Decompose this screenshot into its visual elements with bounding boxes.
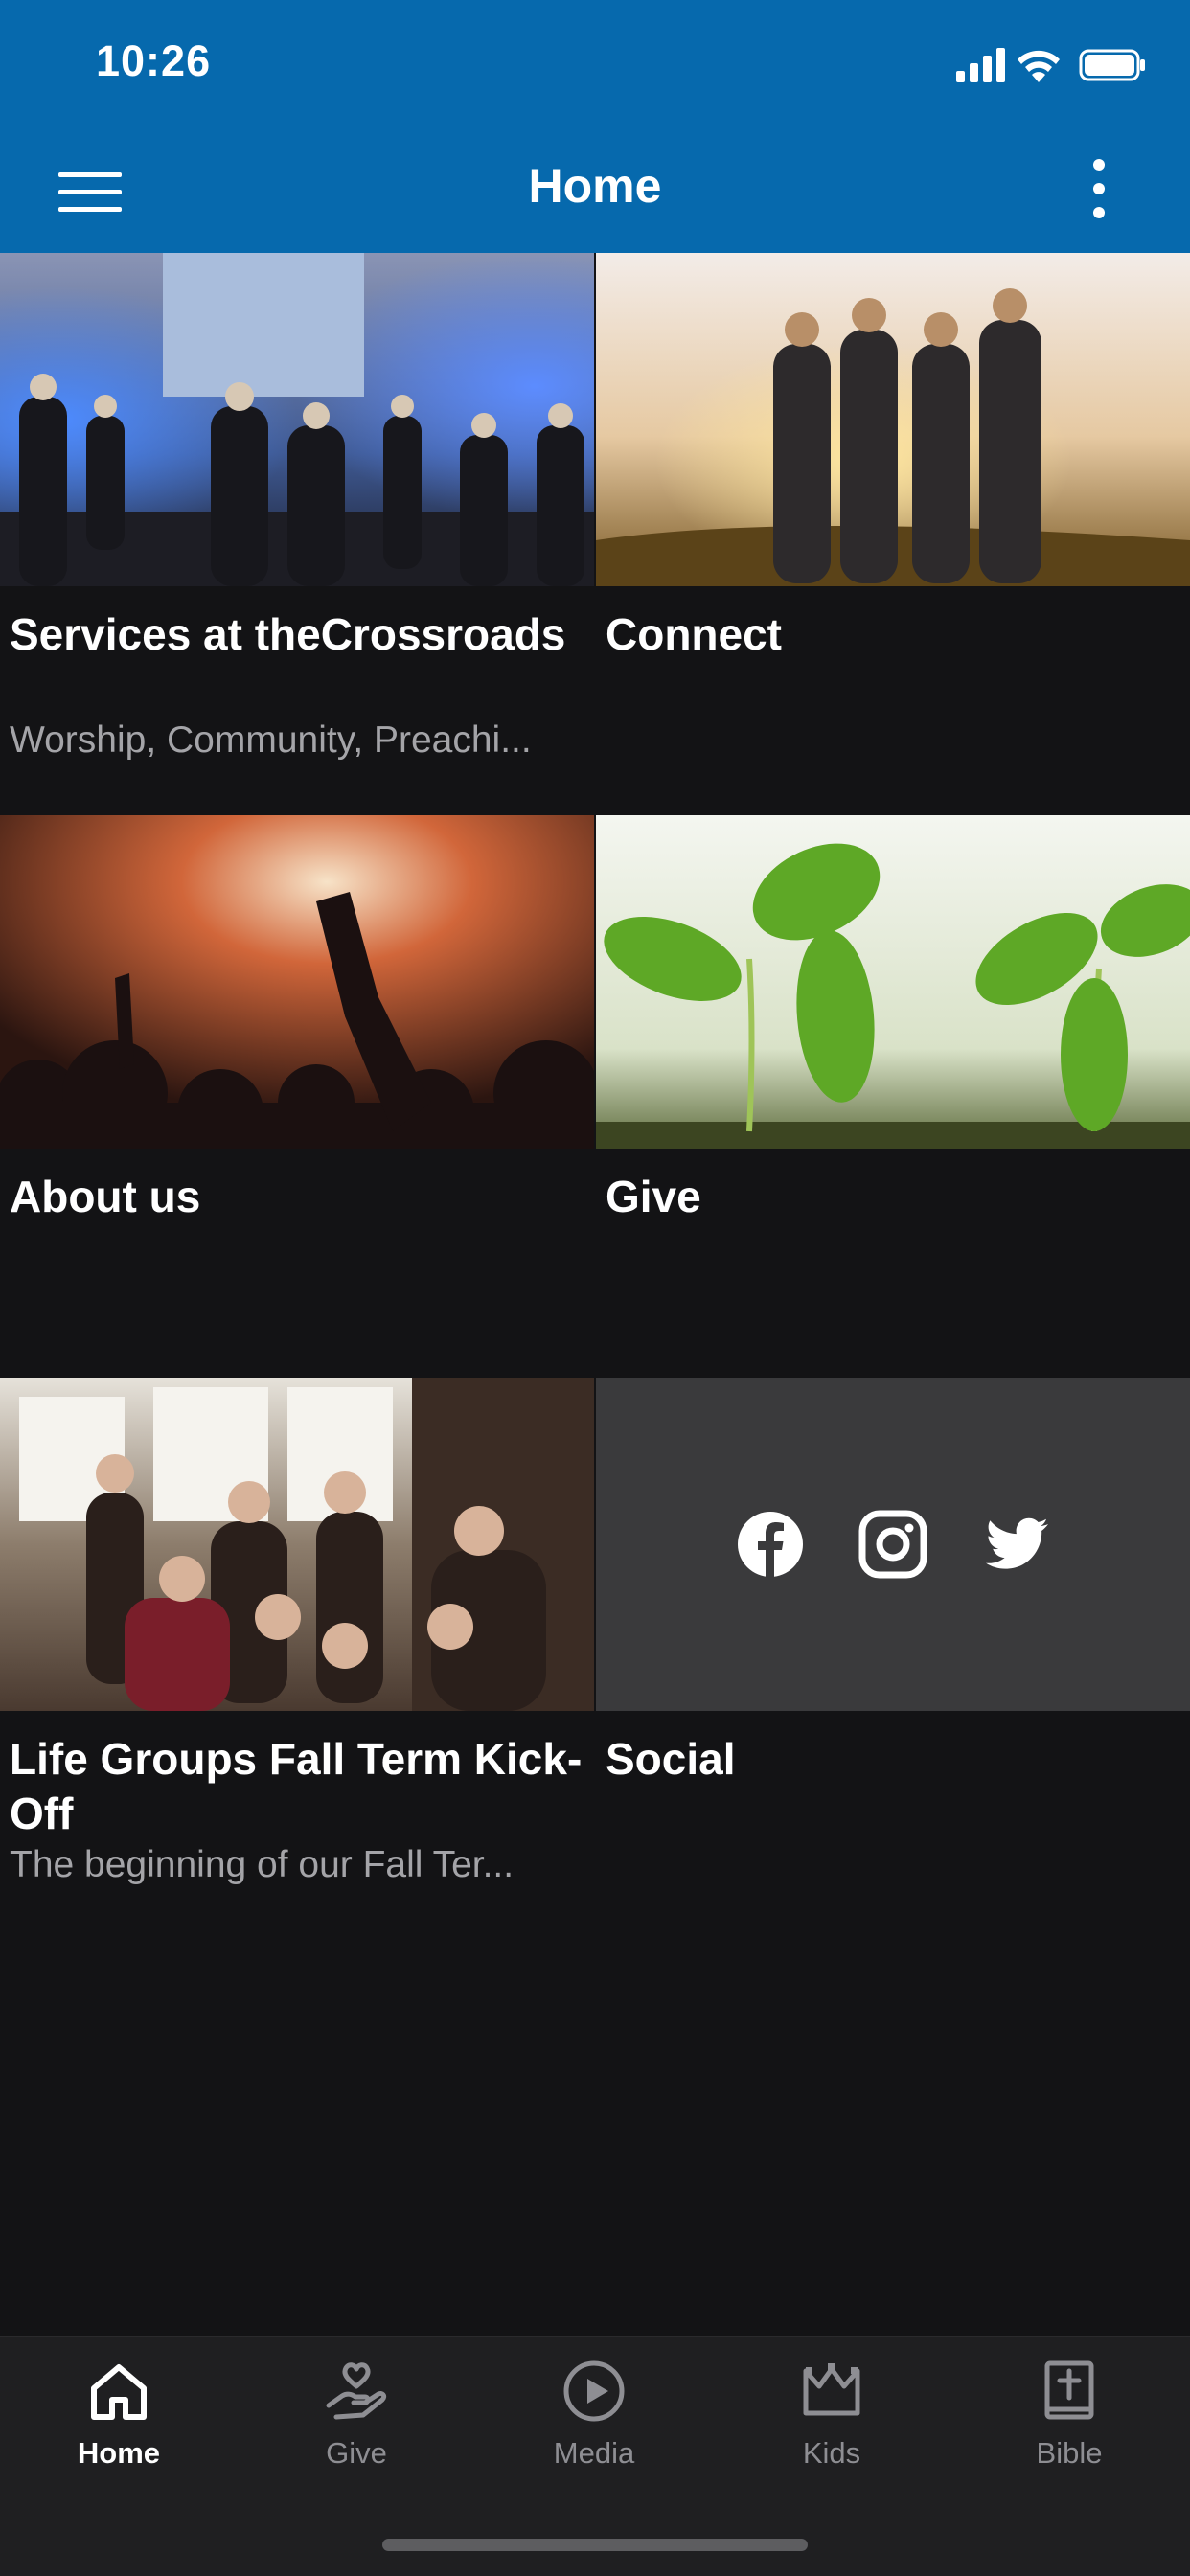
more-options-button[interactable]: [1078, 155, 1120, 222]
tab-bible[interactable]: Bible: [950, 2358, 1188, 2501]
tile-title: Life Groups Fall Term Kick-Off: [10, 1734, 583, 1838]
tab-label: Kids: [802, 2436, 861, 2470]
tile-about-us[interactable]: About us: [0, 815, 594, 1377]
tile-title: Services at theCrossroads: [10, 609, 566, 659]
tile-title: Give: [606, 1172, 701, 1221]
tab-label: Give: [326, 2436, 387, 2470]
tab-label: Media: [553, 2436, 635, 2470]
tile-social[interactable]: Social: [596, 1378, 1190, 1939]
services-worship-image: [0, 253, 594, 586]
tile-title: About us: [10, 1172, 201, 1221]
tile-services[interactable]: Services at theCrossroads Worship, Commu…: [0, 253, 594, 814]
tab-label: Bible: [1036, 2436, 1103, 2470]
life-groups-photo-image: [0, 1378, 594, 1711]
status-time: 10:26: [96, 36, 212, 85]
social-icons-area: [596, 1378, 1190, 1711]
give-seedlings-image: [596, 815, 1190, 1149]
wifi-icon: [1018, 50, 1060, 82]
facebook-icon[interactable]: [736, 1510, 805, 1579]
connect-friends-sunset-image: [596, 253, 1190, 586]
home-indicator: [382, 2539, 808, 2551]
tab-home[interactable]: Home: [0, 2358, 238, 2501]
tile-connect[interactable]: Connect: [596, 253, 1190, 814]
tile-subtitle: Worship, Community, Preachi...: [10, 719, 532, 761]
tile-life-groups[interactable]: Life Groups Fall Term Kick-Off The begin…: [0, 1378, 594, 1939]
give-hand-heart-icon: [326, 2362, 387, 2420]
about-us-concert-image: [0, 815, 594, 1149]
home-icon: [91, 2364, 147, 2420]
cellular-signal-icon: [956, 48, 1005, 82]
page-title: Home: [528, 159, 662, 213]
tab-give[interactable]: Give: [238, 2358, 475, 2501]
tile-subtitle: The beginning of our Fall Ter...: [10, 1844, 515, 1885]
tile-title: Social: [606, 1734, 736, 1784]
tab-kids[interactable]: Kids: [713, 2358, 950, 2501]
more-vertical-icon: [1093, 159, 1105, 218]
play-circle-icon: [563, 2360, 625, 2422]
battery-icon: [1079, 49, 1145, 81]
tab-label: Home: [77, 2436, 161, 2470]
instagram-icon[interactable]: [858, 1510, 927, 1579]
crown-icon: [803, 2363, 860, 2416]
tile-give[interactable]: Give: [596, 815, 1190, 1377]
twitter-icon[interactable]: [981, 1510, 1050, 1579]
tab-media[interactable]: Media: [475, 2358, 713, 2501]
bible-cross-icon: [1044, 2360, 1094, 2420]
app-header: 10:26 Home: [0, 0, 1190, 253]
tile-title: Connect: [606, 609, 782, 659]
status-icons: [956, 46, 1148, 84]
